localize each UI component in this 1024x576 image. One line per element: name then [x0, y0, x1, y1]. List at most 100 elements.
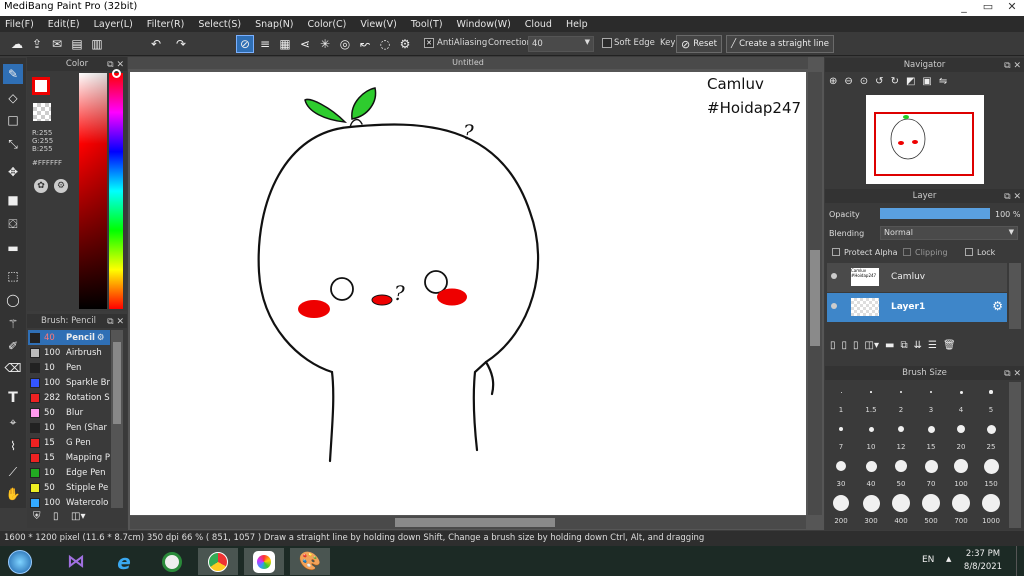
brush-item[interactable]: 100 Watercolo	[28, 495, 110, 510]
panel-controls-icon[interactable]: ⧉ ✕	[1004, 190, 1021, 204]
add-brush-icon[interactable]: ⛨	[33, 511, 41, 522]
hue-slider[interactable]	[109, 73, 123, 309]
radial-snap-icon[interactable]: ✳	[316, 35, 334, 53]
brush-size-option[interactable]	[946, 493, 976, 513]
brush-item[interactable]: 50 Blur	[28, 405, 110, 420]
layer-row-camluv[interactable]: Camluv #Hoidap247 Camluv	[827, 263, 1007, 292]
brush-size-option[interactable]	[826, 493, 856, 513]
undo-icon[interactable]: ↶	[147, 35, 165, 53]
visibility-icon[interactable]	[831, 273, 837, 279]
ring-snap-icon[interactable]: ◌	[376, 35, 394, 53]
grid-snap-icon[interactable]: ▦	[276, 35, 294, 53]
paint-icon[interactable]: 🎨	[290, 548, 330, 575]
scrollbar-thumb[interactable]	[113, 342, 121, 424]
menu-snap[interactable]: Snap(N)	[248, 19, 300, 30]
new-layer-icon-2[interactable]: ▯	[842, 340, 848, 354]
straight-line-button[interactable]: ╱ Create a straight line	[726, 35, 834, 53]
coccoc-icon[interactable]	[152, 548, 192, 575]
brush-tool-icon[interactable]: ✎	[3, 64, 23, 84]
zoom-out-icon[interactable]: ⊖	[844, 76, 852, 92]
magic-wand-icon[interactable]: ⚚	[3, 314, 23, 334]
brush-size-option[interactable]	[976, 382, 1006, 402]
brush-item[interactable]: 282 Rotation S	[28, 390, 110, 405]
brush-size-option[interactable]	[976, 419, 1006, 439]
eraser-tool-icon[interactable]: ◇	[3, 88, 23, 108]
menu-view[interactable]: View(V)	[353, 19, 403, 30]
transparent-color-swatch[interactable]	[33, 103, 51, 121]
actual-size-icon[interactable]: ▣	[922, 76, 931, 92]
parallel-snap-icon[interactable]: ≡	[256, 35, 274, 53]
primary-color-swatch[interactable]	[32, 77, 50, 95]
duplicate-icon[interactable]: ⧉	[900, 340, 907, 354]
brush-size-option[interactable]	[946, 456, 976, 476]
antialiasing-checkbox[interactable]: ✕	[424, 38, 434, 48]
brush-size-option[interactable]	[826, 419, 856, 439]
circle-snap-icon[interactable]: ◎	[336, 35, 354, 53]
brush-item[interactable]: 40 Pencil ⚙	[28, 330, 110, 345]
medibang-taskbar-icon[interactable]	[244, 548, 284, 575]
protect-alpha-checkbox[interactable]	[832, 248, 840, 256]
zoom-in-icon[interactable]: ⊕	[829, 76, 837, 92]
close-button[interactable]: ✕	[1000, 0, 1024, 16]
menu-color[interactable]: Color(C)	[301, 19, 354, 30]
brush-size-option[interactable]	[856, 382, 886, 402]
brush-size-option[interactable]	[856, 456, 886, 476]
menu-window[interactable]: Window(W)	[450, 19, 518, 30]
saturation-brightness-area[interactable]	[79, 73, 107, 309]
menu-tool[interactable]: Tool(T)	[404, 19, 450, 30]
menu-file[interactable]: File(F)	[0, 19, 41, 30]
palette-icon[interactable]: ✿	[34, 179, 48, 193]
brush-item[interactable]: 10 Pen (Shar	[28, 420, 110, 435]
gear-icon[interactable]: ⚙	[97, 333, 105, 343]
layer-settings-icon[interactable]: ☰	[928, 340, 937, 354]
text-tool-icon[interactable]: T	[3, 388, 23, 408]
brush-size-option[interactable]	[946, 382, 976, 402]
curve-snap-icon[interactable]: ↜	[356, 35, 374, 53]
drawing-canvas[interactable]: ? ? Camluv #Hoidap247	[130, 72, 806, 515]
brush-size-option[interactable]	[916, 456, 946, 476]
dot-tool-icon[interactable]: ⤡	[3, 134, 23, 154]
brush-size-scrollbar[interactable]	[1009, 382, 1021, 528]
clipping-checkbox[interactable]	[903, 248, 911, 256]
rotate-left-icon[interactable]: ↺	[875, 76, 883, 92]
select-pen-icon[interactable]: ✐	[3, 336, 23, 356]
brush-item[interactable]: 10 Edge Pen	[28, 465, 110, 480]
brush-size-option[interactable]	[886, 493, 916, 513]
layer-scrollbar[interactable]	[1009, 263, 1021, 329]
brush-size-option[interactable]	[946, 419, 976, 439]
delete-icon[interactable]: 🗑	[943, 340, 956, 354]
brush-item[interactable]: 100 Airbrush	[28, 345, 110, 360]
brush-size-option[interactable]	[886, 419, 916, 439]
zoom-reset-icon[interactable]: ⊙	[860, 76, 868, 92]
brush-item[interactable]: 100 Sparkle Br	[28, 375, 110, 390]
brush-menu-icon[interactable]: ◫▾	[71, 511, 85, 522]
lock-checkbox[interactable]	[965, 248, 973, 256]
redo-icon[interactable]: ↷	[172, 35, 190, 53]
merge-icon[interactable]: ⇊	[914, 340, 922, 354]
gear-icon[interactable]: ⚙	[992, 299, 1003, 313]
menu-select[interactable]: Select(S)	[191, 19, 248, 30]
panel-controls-icon[interactable]: ⧉ ✕	[1004, 59, 1021, 73]
language-indicator[interactable]: EN	[922, 555, 934, 565]
brush-size-option[interactable]	[916, 493, 946, 513]
divide-tool-icon[interactable]: ⟋	[3, 462, 23, 482]
tray-arrow-icon[interactable]: ▲	[946, 555, 951, 563]
internet-explorer-icon[interactable]: e	[104, 548, 144, 575]
document-icon[interactable]: ▥	[88, 35, 106, 53]
vertical-scroll-thumb[interactable]	[810, 250, 820, 346]
new-layer-icon-3[interactable]: ▯	[853, 340, 859, 354]
new-layer-icon[interactable]: ▯	[830, 340, 836, 354]
reset-button[interactable]: ⊘ Reset	[676, 35, 722, 53]
clock[interactable]: 2:37 PM 8/8/2021	[960, 548, 1006, 574]
operation-tool-icon[interactable]: ⌖	[3, 412, 23, 432]
brush-size-option[interactable]	[856, 493, 886, 513]
fill-rect-tool-icon[interactable]: ■	[3, 190, 23, 210]
brush-size-option[interactable]	[826, 382, 856, 402]
menu-edit[interactable]: Edit(E)	[41, 19, 87, 30]
brush-list-scrollbar[interactable]	[111, 330, 123, 508]
visibility-icon[interactable]	[831, 303, 837, 309]
palette-settings-icon[interactable]: ⚙	[54, 179, 68, 193]
select-tool-icon[interactable]: ⬚	[3, 266, 23, 286]
vanishing-snap-icon[interactable]: ⋖	[296, 35, 314, 53]
cloud-icon[interactable]: ☁	[8, 35, 26, 53]
